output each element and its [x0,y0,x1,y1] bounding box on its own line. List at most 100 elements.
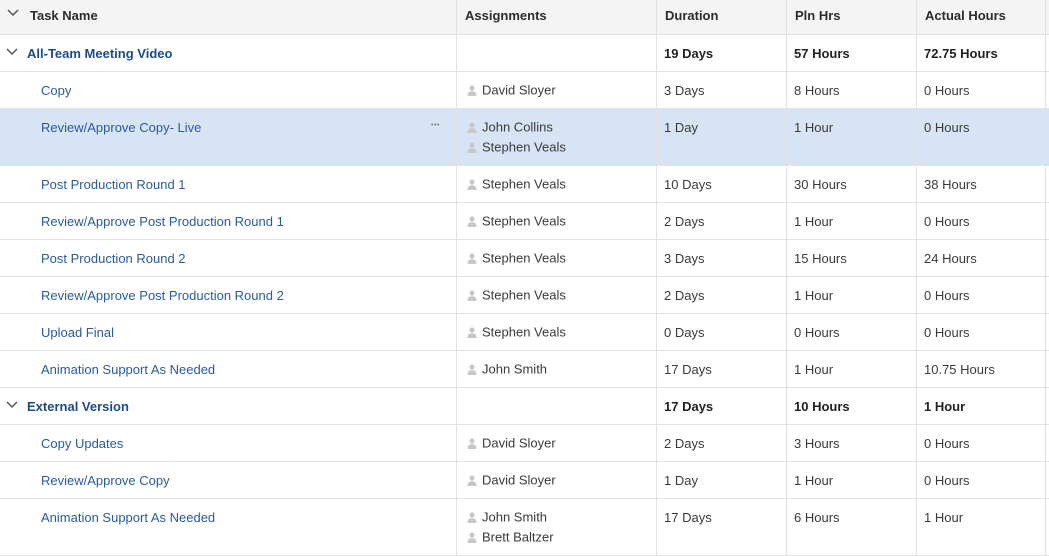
task-name-cell: Copy Updates [0,425,456,461]
task-assignments-cell: Stephen Veals [456,277,656,313]
person-icon [467,142,477,154]
chevron-down-icon[interactable] [6,48,18,56]
task-assignments-cell: John Collins Stephen Veals [456,109,656,165]
task-assignments-cell: John Smith [456,351,656,387]
task-name-cell: Review/Approve Copy- Live ••• [0,109,456,165]
group-duration-cell: 17 Days [656,388,786,424]
group-name-link[interactable]: External Version [27,399,129,414]
task-duration: 3 Days [664,251,705,266]
task-actual-hours-cell: 0 Hours [916,462,1046,498]
assignee[interactable]: Stephen Veals [467,249,566,267]
task-row[interactable]: Animation Support As Needed John Smith 17 … [0,351,1049,388]
task-name-cell: Animation Support As Needed [0,351,456,387]
task-name-link[interactable]: Review/Approve Copy [41,473,170,488]
task-name-link[interactable]: Animation Support As Needed [41,362,215,377]
task-pln-hrs-cell: 1 Hour [786,203,916,239]
task-duration-cell: 3 Days [656,240,786,276]
group-row[interactable]: External Version 17 Days 10 Hours 1 Hour [0,388,1049,425]
task-actual-hours: 38 Hours [924,177,977,192]
group-duration-cell: 19 Days [656,35,786,71]
task-assignments-cell: David Sloyer [456,425,656,461]
group-actual-hours-cell: 72.75 Hours [916,35,1046,71]
task-name-link[interactable]: Post Production Round 2 [41,251,186,266]
task-name-link[interactable]: Upload Final [41,325,114,340]
chevron-down-icon[interactable] [6,401,18,409]
task-pln-hrs-cell: 1 Hour [786,462,916,498]
group-pln-hrs: 57 Hours [794,46,850,61]
task-row[interactable]: Review/Approve Post Production Round 2 St… [0,277,1049,314]
task-pln-hrs: 1 Hour [794,362,834,377]
task-pln-hrs-cell: 8 Hours [786,72,916,108]
group-assignments-cell [456,388,656,424]
header-duration[interactable]: Duration [656,0,786,34]
task-actual-hours: 0 Hours [924,436,970,451]
task-row[interactable]: Post Production Round 1 Stephen Veals 10 D… [0,166,1049,203]
group-row[interactable]: All-Team Meeting Video 19 Days 57 Hours 72.… [0,35,1049,72]
task-actual-hours-cell: 24 Hours [916,240,1046,276]
group-pln-hrs-cell: 10 Hours [786,388,916,424]
task-pln-hrs: 1 Hour [794,473,834,488]
assignee[interactable]: Stephen Veals [467,286,566,304]
task-assignments-cell: David Sloyer [456,72,656,108]
task-row[interactable]: Copy David Sloyer 3 Days 8 Hours 0 Hours [0,72,1049,109]
header-assignments-label: Assignments [465,8,547,23]
assignee-name: Stephen Veals [482,324,566,340]
task-row-selected[interactable]: Review/Approve Copy- Live ••• John Collins… [0,109,1049,166]
assignee[interactable]: John Collins [467,118,553,136]
assignee-name: John Smith [482,509,548,525]
header-pln-hrs[interactable]: Pln Hrs [786,0,916,34]
person-icon [467,290,477,302]
assignee[interactable]: John Smith [467,508,547,526]
task-row[interactable]: Animation Support As Needed John Smith Bre… [0,499,1049,556]
task-actual-hours-cell: 0 Hours [916,203,1046,239]
header-task-name[interactable]: Task Name [0,0,456,34]
task-assignments-cell: Stephen Veals [456,314,656,350]
task-name-link[interactable]: Review/Approve Post Production Round 1 [41,214,284,229]
assignee[interactable]: Brett Baltzer [467,528,554,546]
task-name-cell: Review/Approve Post Production Round 2 [0,277,456,313]
task-duration: 1 Day [664,473,698,488]
task-name-cell: Post Production Round 2 [0,240,456,276]
task-name-link[interactable]: Post Production Round 1 [41,177,186,192]
task-actual-hours-cell: 10.75 Hours [916,351,1046,387]
assignee[interactable]: Stephen Veals [467,138,566,156]
task-actual-hours-cell: 0 Hours [916,277,1046,313]
task-duration: 2 Days [664,288,705,303]
task-row[interactable]: Review/Approve Copy David Sloyer 1 Day 1 Ho… [0,462,1049,499]
assignee[interactable]: Stephen Veals [467,212,566,230]
task-row[interactable]: Review/Approve Post Production Round 1 St… [0,203,1049,240]
task-name-link[interactable]: Review/Approve Post Production Round 2 [41,288,284,303]
task-pln-hrs: 6 Hours [794,510,840,525]
task-name-link[interactable]: Review/Approve Copy- Live [41,120,201,135]
assignee[interactable]: David Sloyer [467,471,556,489]
task-grid: Task Name Assignments Duration Pln Hrs A… [0,0,1049,556]
chevron-down-icon[interactable] [7,9,19,17]
task-name-link[interactable]: Copy Updates [41,436,123,451]
assignee[interactable]: Stephen Veals [467,175,566,193]
task-duration-cell: 0 Days [656,314,786,350]
header-assignments[interactable]: Assignments [456,0,656,34]
assignee[interactable]: John Smith [467,360,547,378]
assignee[interactable]: David Sloyer [467,81,556,99]
task-name-link[interactable]: Copy [41,83,71,98]
task-actual-hours-cell: 0 Hours [916,425,1046,461]
task-duration: 2 Days [664,214,705,229]
task-row[interactable]: Post Production Round 2 Stephen Veals 3 Da… [0,240,1049,277]
person-icon [467,216,477,228]
task-name-link[interactable]: Animation Support As Needed [41,510,215,525]
task-pln-hrs: 1 Hour [794,120,834,135]
task-pln-hrs-cell: 3 Hours [786,425,916,461]
group-name-link[interactable]: All-Team Meeting Video [27,46,172,61]
group-actual-hours: 1 Hour [924,399,966,414]
task-pln-hrs-cell: 1 Hour [786,277,916,313]
assignee-name: Stephen Veals [482,176,566,192]
assignee[interactable]: Stephen Veals [467,323,566,341]
header-actual-hours[interactable]: Actual Hours [916,0,1046,34]
task-actual-hours: 0 Hours [924,214,970,229]
more-options-icon[interactable]: ••• [431,121,440,131]
task-actual-hours-cell: 0 Hours [916,109,1046,165]
person-icon [467,364,477,376]
task-row[interactable]: Copy Updates David Sloyer 2 Days 3 Hours 0 H… [0,425,1049,462]
assignee[interactable]: David Sloyer [467,434,556,452]
task-row[interactable]: Upload Final Stephen Veals 0 Days 0 Hours 0 … [0,314,1049,351]
